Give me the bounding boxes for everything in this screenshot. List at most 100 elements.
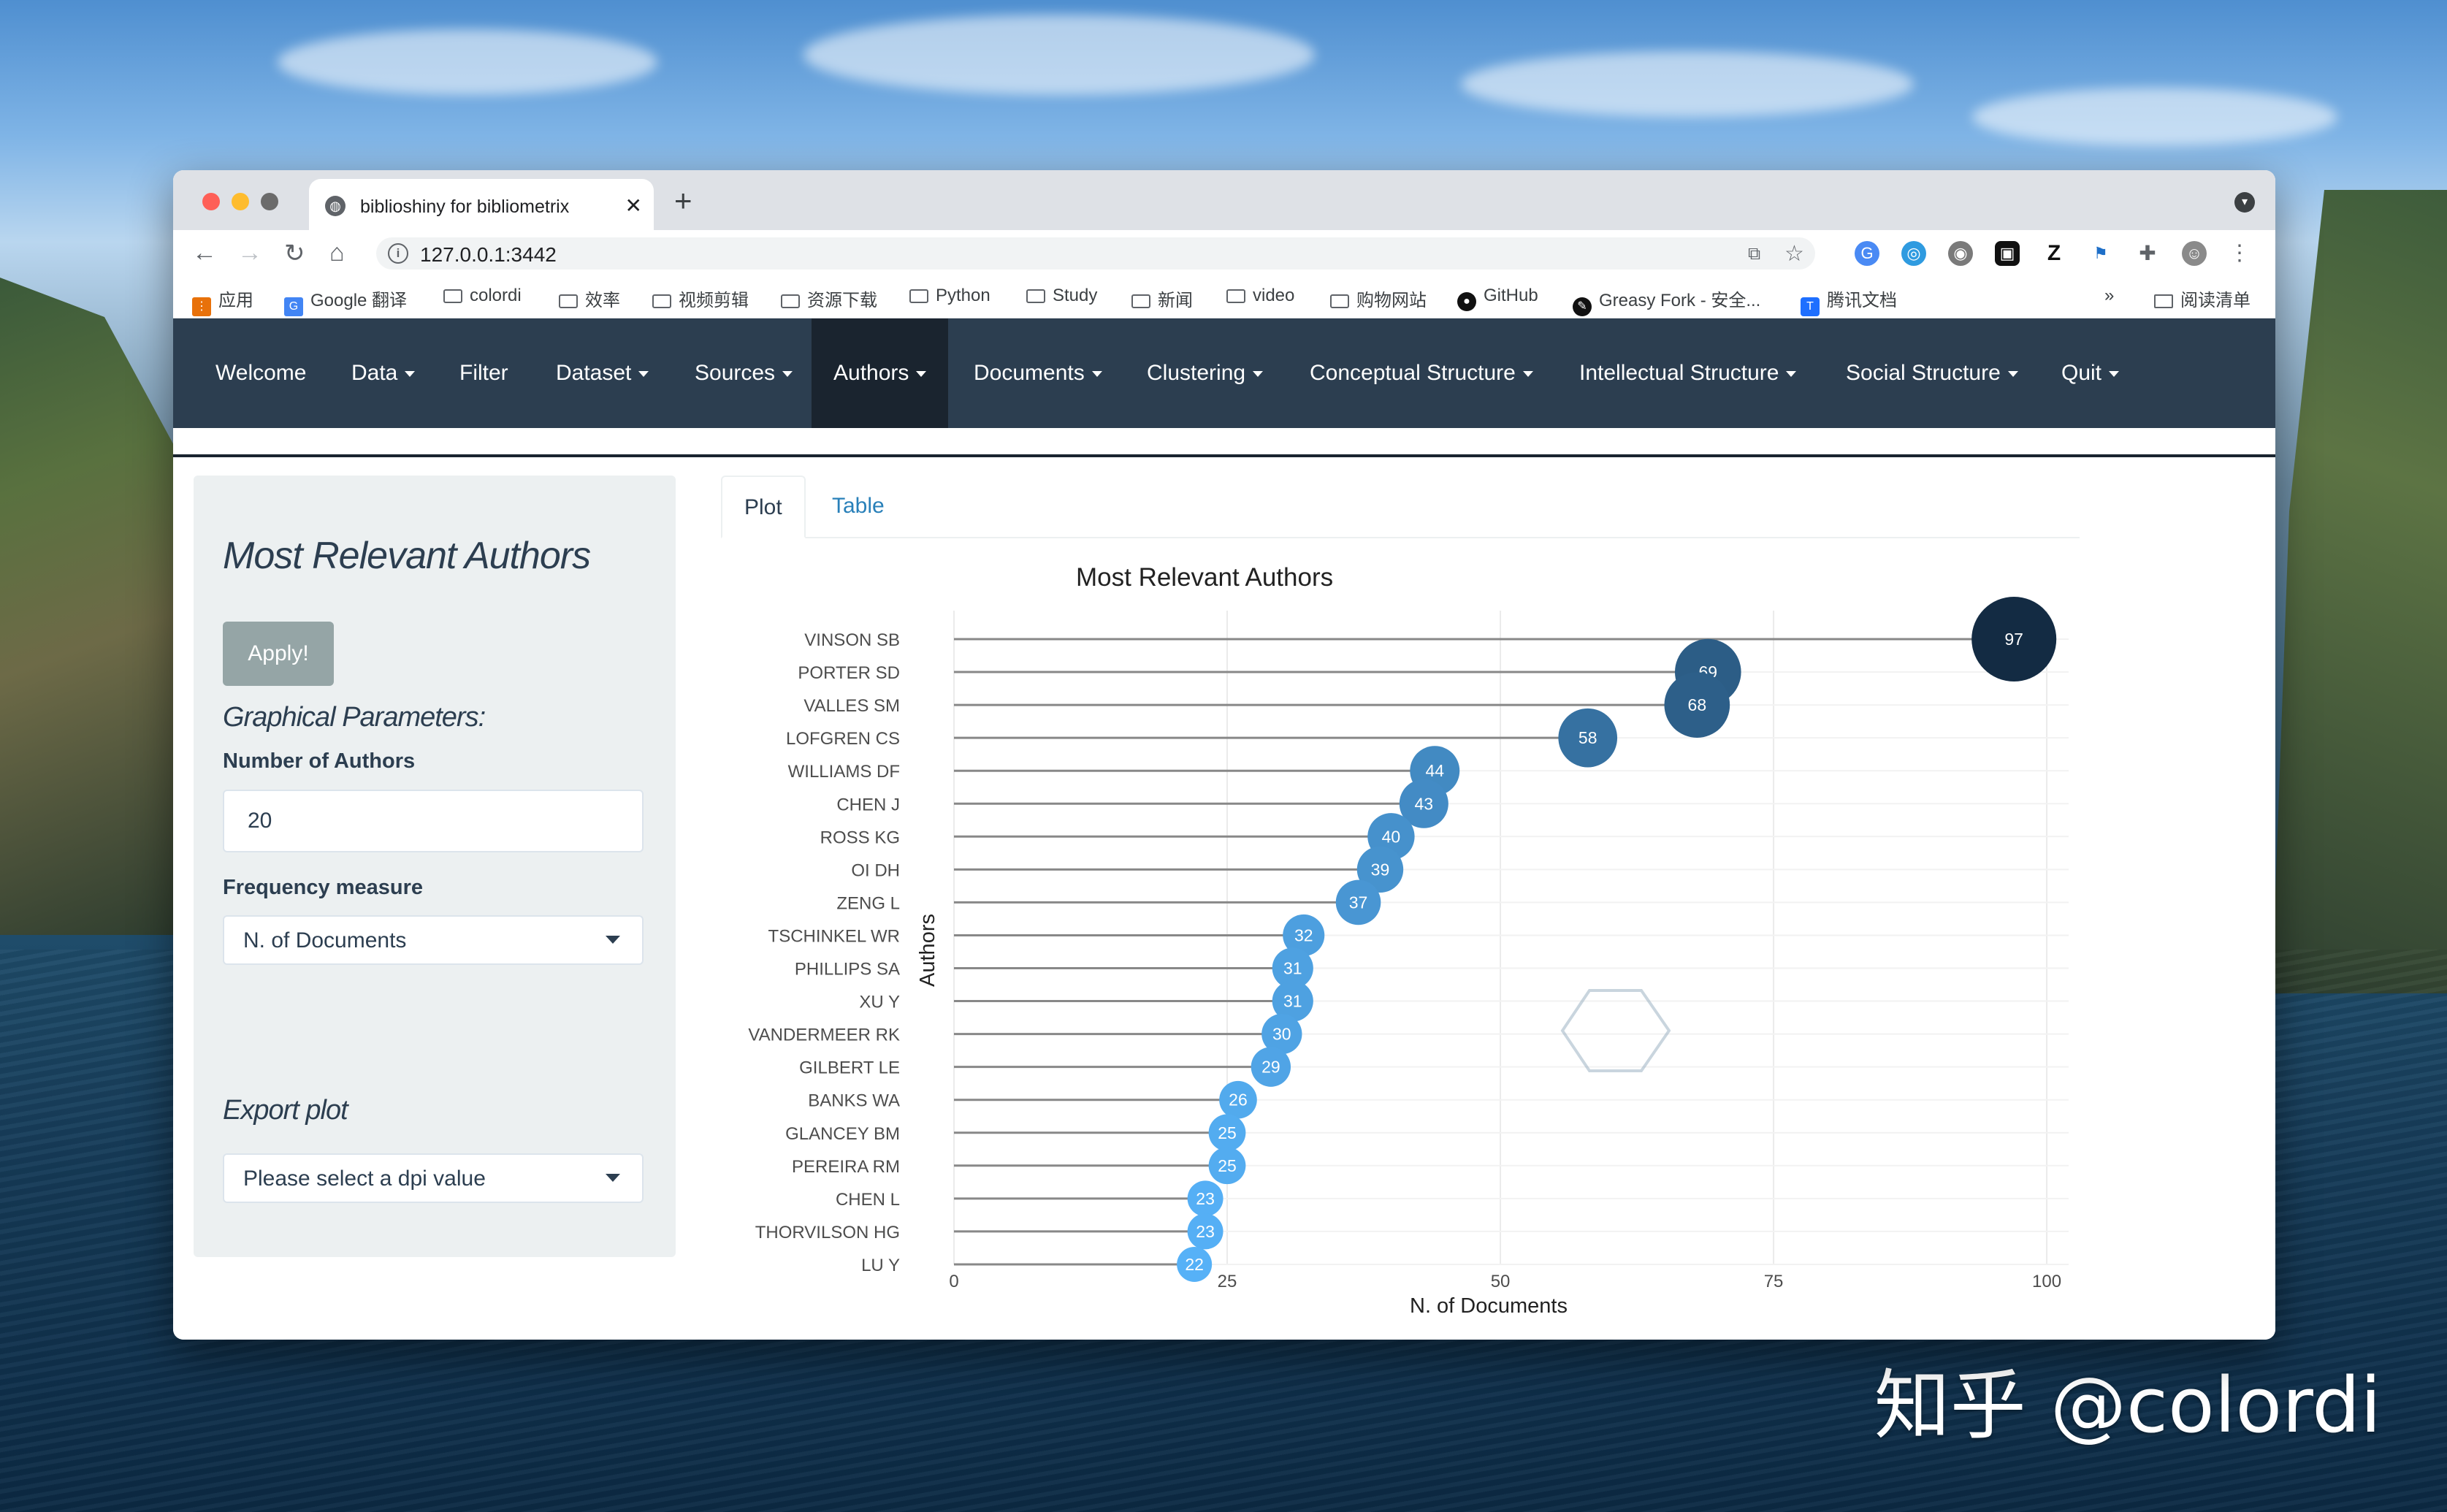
y-tick-label: PORTER SD — [798, 663, 900, 683]
bibliometrix-logo — [1560, 989, 1671, 1072]
y-tick-label: TSCHINKEL WR — [768, 926, 900, 946]
nav-welcome[interactable]: Welcome — [215, 318, 306, 428]
chart-marks: 9769685844434039373231313029262525232322 — [954, 597, 2057, 1282]
frequency-measure-label: Frequency measure — [223, 876, 424, 899]
nav-quit[interactable]: Quit — [2061, 318, 2120, 428]
menu-icon[interactable]: ⋮ — [2227, 241, 2252, 266]
bookmark-colordi[interactable]: colordi — [443, 286, 522, 306]
close-tab-icon[interactable]: ✕ — [625, 194, 642, 218]
tab-search-icon[interactable]: ▾ — [2234, 192, 2255, 213]
caret-down-icon — [2007, 371, 2018, 377]
y-tick-label: VALLES SM — [803, 696, 900, 716]
nav-filter[interactable]: Filter — [459, 318, 508, 428]
extension-icon[interactable]: ▣ — [1995, 241, 2020, 266]
caret-down-icon — [782, 371, 793, 377]
caret-down-icon — [916, 371, 927, 377]
bookmark-study[interactable]: Study — [1026, 286, 1097, 306]
data-label: 26 — [1229, 1091, 1248, 1110]
google-translate-icon: G — [284, 297, 303, 316]
sidebar-panel: Most Relevant Authors Apply! Graphical P… — [194, 476, 676, 1257]
close-window-button[interactable] — [202, 193, 220, 210]
info-icon[interactable]: i — [388, 243, 408, 264]
reload-icon[interactable]: ↻ — [284, 239, 305, 268]
bookmark-video-editing[interactable]: 视频剪辑 — [652, 286, 749, 311]
y-tick-label: OI DH — [851, 860, 900, 880]
nav-documents[interactable]: Documents — [974, 318, 1102, 428]
caret-down-icon — [638, 371, 649, 377]
bookmark-tencent-docs[interactable]: T 腾讯文档 — [1801, 286, 1897, 316]
extension-icon[interactable]: G — [1855, 241, 1879, 266]
nav-authors[interactable]: Authors — [812, 318, 949, 428]
extension-icon[interactable]: ◎ — [1901, 241, 1926, 266]
nav-social-structure[interactable]: Social Structure — [1846, 318, 2018, 428]
data-label: 37 — [1349, 893, 1368, 912]
back-icon[interactable]: ← — [192, 239, 217, 267]
home-icon[interactable]: ⌂ — [329, 239, 345, 267]
browser-tab[interactable]: ◍ biblioshiny for bibliometrix ✕ — [309, 179, 654, 230]
extension-icon[interactable]: ⚑ — [2088, 241, 2113, 266]
y-tick-label: VANDERMEER RK — [748, 1026, 900, 1045]
y-tick-label: CHEN J — [836, 795, 900, 814]
extension-icon[interactable]: Z — [2042, 241, 2066, 266]
y-tick-label: PHILLIPS SA — [795, 960, 900, 980]
reading-list[interactable]: 阅读清单 — [2154, 286, 2251, 311]
translate-icon[interactable]: ⧉ — [1748, 244, 1760, 264]
browser-window: ◍ biblioshiny for bibliometrix ✕ + ▾ ← →… — [173, 170, 2275, 1340]
folder-icon — [1026, 289, 1045, 303]
export-plot-heading: Export plot — [223, 1095, 348, 1126]
nav-sources[interactable]: Sources — [695, 318, 793, 428]
y-tick-label: PEREIRA RM — [792, 1157, 900, 1177]
bookmark-news[interactable]: 新闻 — [1131, 286, 1193, 311]
bookmark-google-translate[interactable]: G Google 翻译 — [284, 286, 407, 316]
apply-button[interactable]: Apply! — [223, 622, 334, 686]
tab-plot[interactable]: Plot — [721, 476, 806, 538]
y-tick-label: THORVILSON HG — [755, 1223, 900, 1242]
nav-intellectual-structure[interactable]: Intellectual Structure — [1579, 318, 1797, 428]
nav-conceptual-structure[interactable]: Conceptual Structure — [1310, 318, 1533, 428]
chart-grid: 0 25 50 75 100 VINSON SB PORTER SD VALLES SM LOF… — [748, 611, 2069, 1291]
address-bar[interactable]: i 127.0.0.1:3442 ⧉ ☆ — [376, 237, 1815, 270]
app-content: Welcome Data Filter Dataset Sources Auth… — [173, 318, 2275, 1340]
bookmark-shopping[interactable]: 购物网站 — [1330, 286, 1427, 311]
avatar[interactable]: ☺ — [2182, 241, 2207, 266]
forward-icon[interactable]: → — [237, 239, 262, 267]
zoom-window-button[interactable] — [261, 193, 278, 210]
bookmark-efficiency[interactable]: 效率 — [559, 286, 620, 311]
number-of-authors-input[interactable]: 20 — [223, 790, 644, 852]
bookmark-python[interactable]: Python — [909, 286, 990, 306]
y-axis-label: Authors — [916, 914, 939, 987]
bookmark-greasy-fork[interactable]: ✎ Greasy Fork - 安全... — [1573, 286, 1760, 316]
data-label: 43 — [1415, 794, 1434, 813]
dpi-select[interactable]: Please select a dpi value — [223, 1153, 644, 1203]
y-tick-label: ZENG L — [836, 893, 900, 913]
chevron-down-icon — [606, 1174, 620, 1182]
y-tick-label: GLANCEY BM — [785, 1124, 900, 1144]
bookmark-overflow-button[interactable]: » — [2104, 286, 2114, 306]
nav-dataset[interactable]: Dataset — [556, 318, 649, 428]
tab-table[interactable]: Table — [810, 476, 906, 537]
github-icon: ● — [1457, 292, 1476, 311]
y-tick-label: XU Y — [859, 993, 900, 1012]
bookmark-downloads[interactable]: 资源下载 — [781, 286, 877, 311]
bookmark-apps[interactable]: ⋮ 应用 — [192, 286, 253, 316]
data-label: 25 — [1218, 1123, 1237, 1142]
data-label: 31 — [1283, 992, 1302, 1011]
greasy-fork-icon: ✎ — [1573, 297, 1592, 316]
folder-icon — [443, 289, 462, 303]
nav-data[interactable]: Data — [351, 318, 416, 428]
y-tick-label: VINSON SB — [804, 630, 900, 650]
data-label: 44 — [1425, 761, 1444, 780]
minimize-window-button[interactable] — [232, 193, 249, 210]
puzzle-icon[interactable]: ✚ — [2135, 241, 2160, 266]
data-label: 30 — [1272, 1025, 1291, 1044]
extension-icon[interactable]: ◉ — [1948, 241, 1973, 266]
bookmark-video[interactable]: video — [1226, 286, 1294, 306]
frequency-measure-select[interactable]: N. of Documents — [223, 915, 644, 965]
bookmark-github[interactable]: ● GitHub — [1457, 286, 1538, 311]
nav-clustering[interactable]: Clustering — [1147, 318, 1264, 428]
new-tab-button[interactable]: + — [674, 183, 692, 218]
x-tick-label: 100 — [2032, 1272, 2061, 1291]
data-label: 22 — [1185, 1255, 1204, 1274]
x-tick-label: 0 — [949, 1272, 958, 1291]
bookmark-star-icon[interactable]: ☆ — [1784, 241, 1804, 267]
